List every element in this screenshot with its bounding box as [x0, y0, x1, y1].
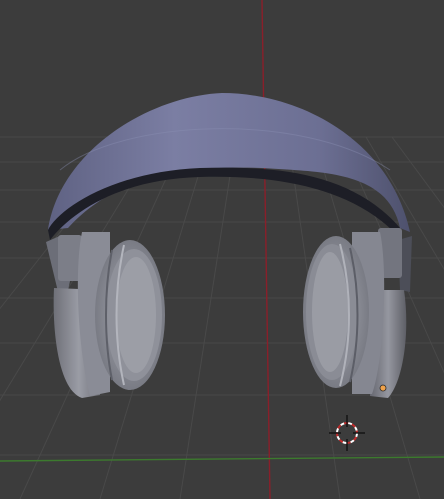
headband[interactable] [48, 93, 410, 240]
y-axis-line [261, 0, 271, 499]
object-origin-dot[interactable] [379, 384, 387, 392]
left-earcup[interactable] [46, 232, 165, 398]
3d-cursor-icon[interactable] [329, 415, 365, 451]
viewport-canvas[interactable] [0, 0, 444, 499]
x-axis-line [0, 456, 444, 462]
right-earcup[interactable] [303, 228, 412, 398]
3d-viewport[interactable] [0, 0, 444, 499]
